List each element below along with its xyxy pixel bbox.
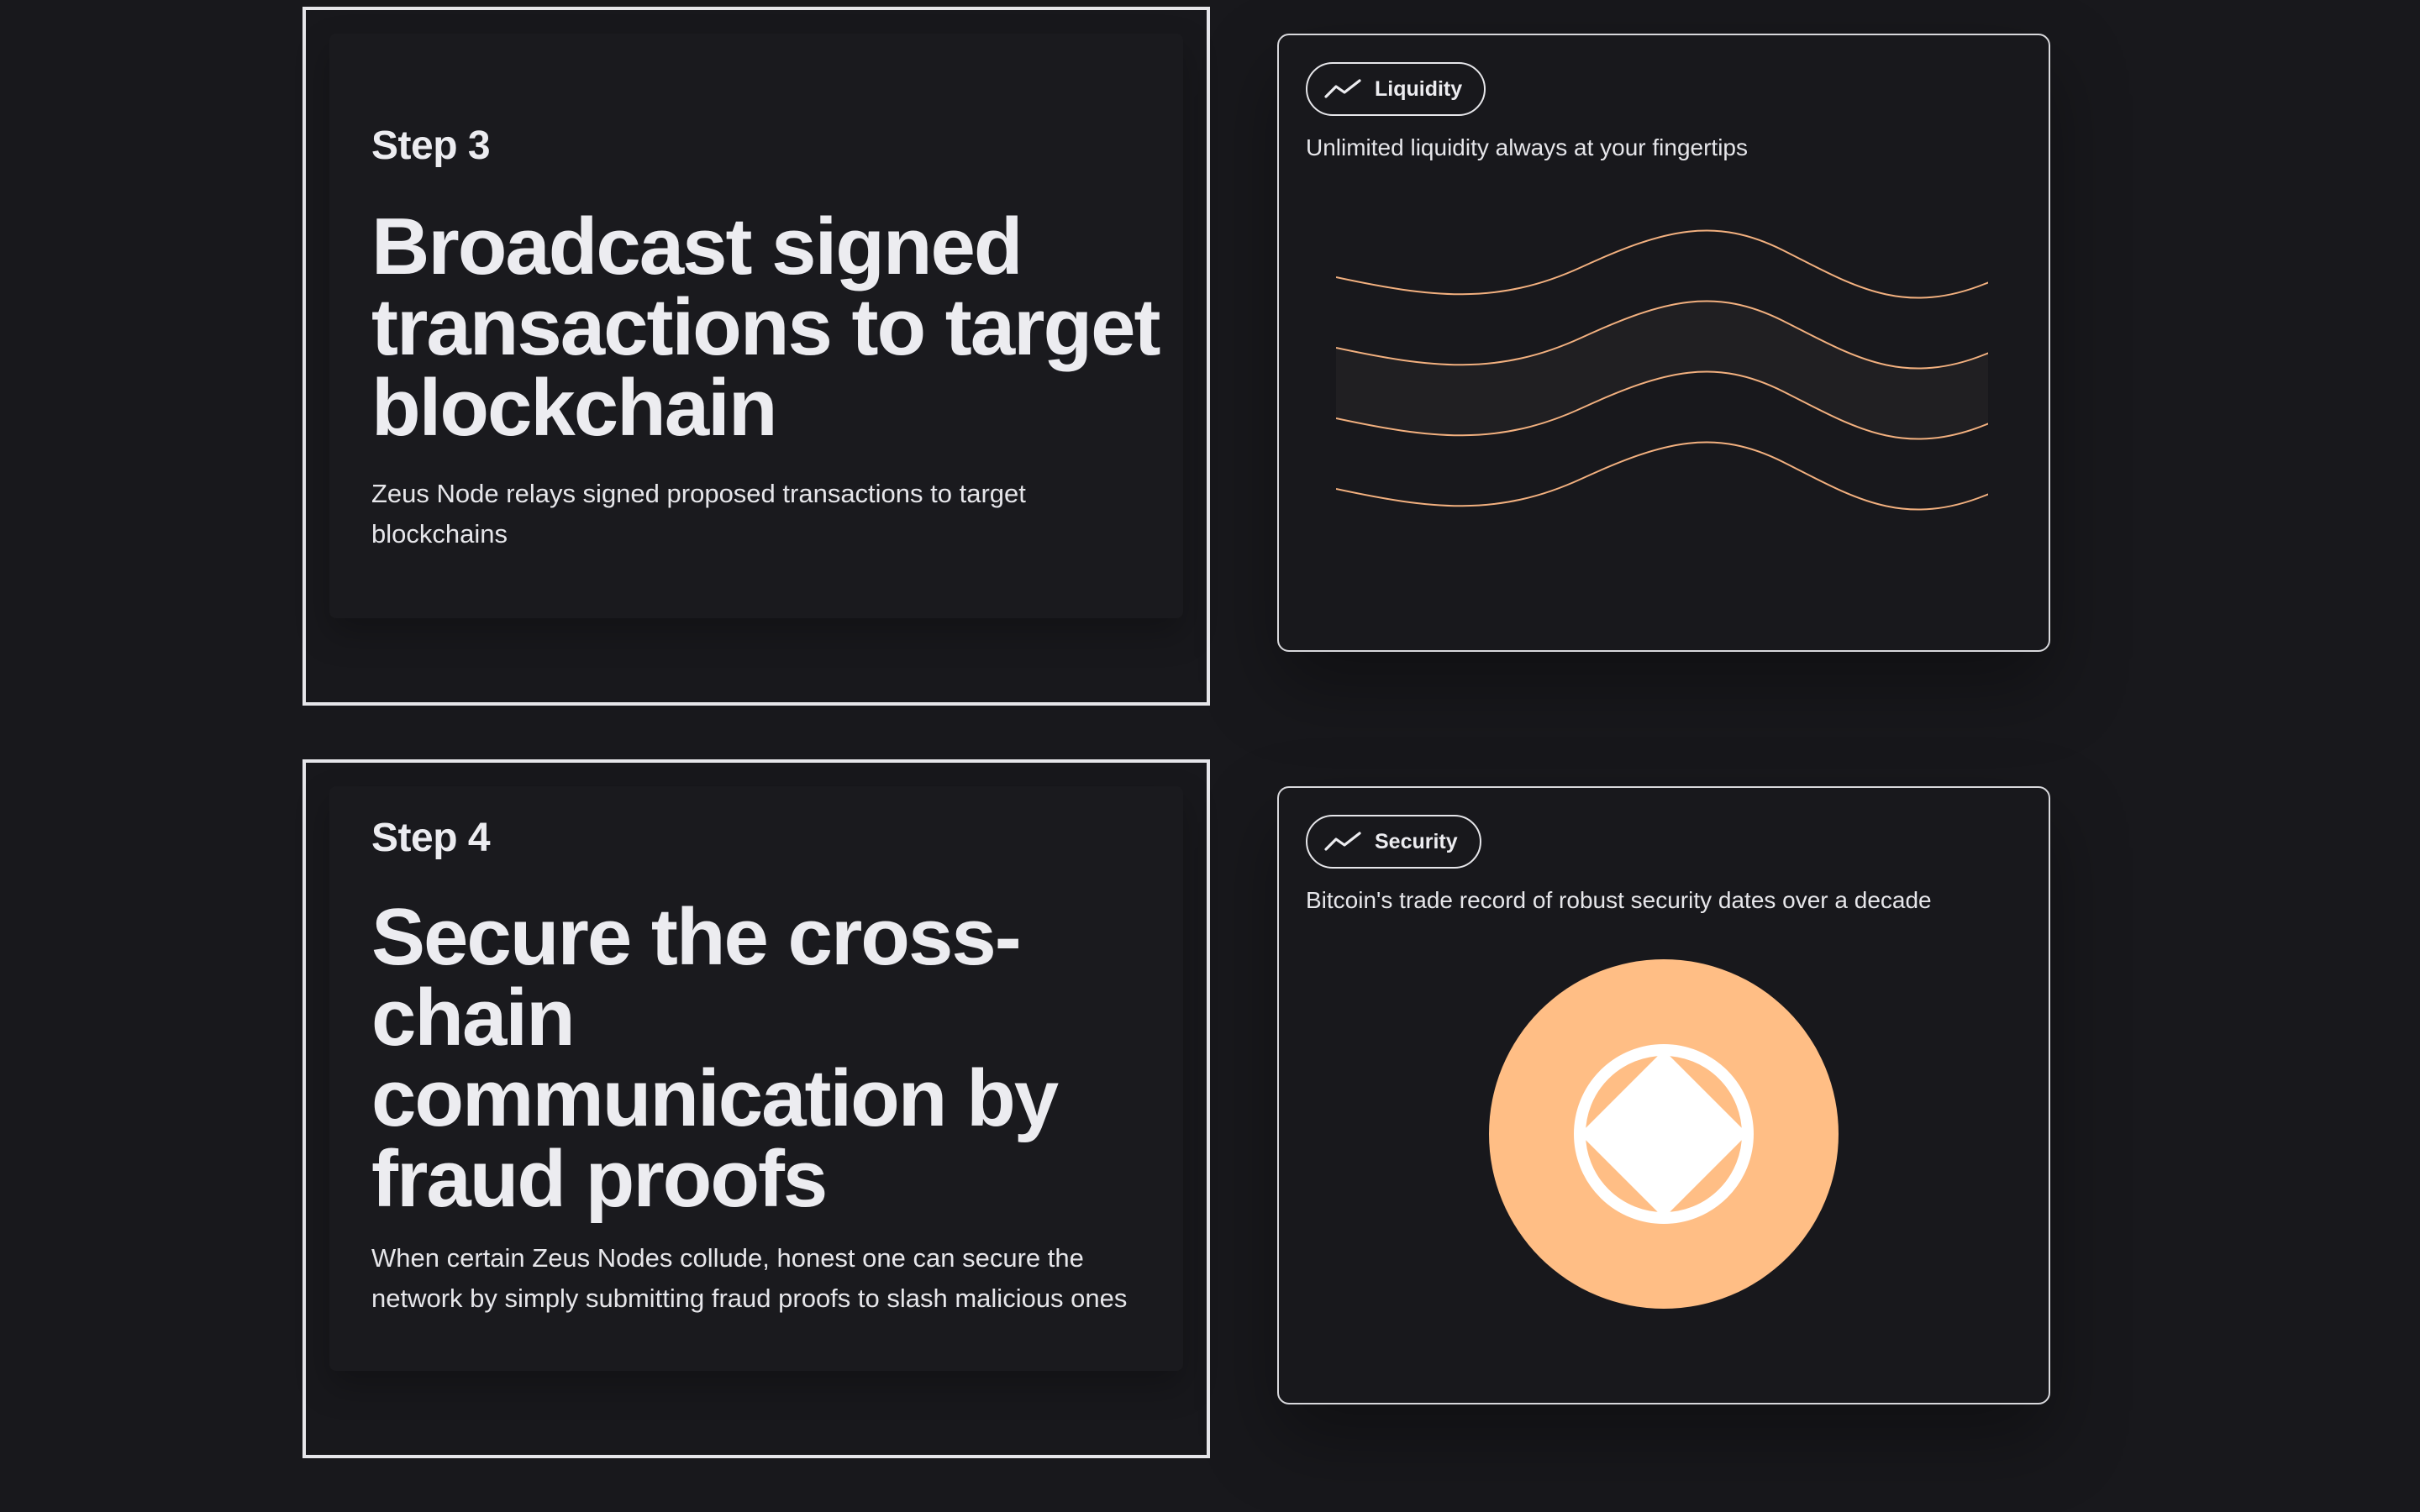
security-card: Security Bitcoin's trade record of robus… [1277,786,2050,1404]
step-title: Secure the cross-chain communication by … [371,892,1059,1224]
step-label: Step 3 [371,123,491,168]
step-description: Zeus Node relays signed proposed transac… [371,479,1026,549]
step-title: Broadcast signed transactions to target … [371,202,1161,453]
liquidity-card: Liquidity Unlimited liquidity always at … [1277,34,2050,652]
liquidity-waves-illustration [1336,229,1988,511]
step-description: When certain Zeus Nodes collude, honest … [371,1243,1128,1313]
step-label: Step 4 [371,816,491,860]
step-4-card: Step 4 Secure the cross-chain communicat… [302,759,1210,1458]
step-3-card: Step 3 Broadcast signed transactions to … [302,7,1210,706]
security-coin-illustration [1489,959,1839,1309]
